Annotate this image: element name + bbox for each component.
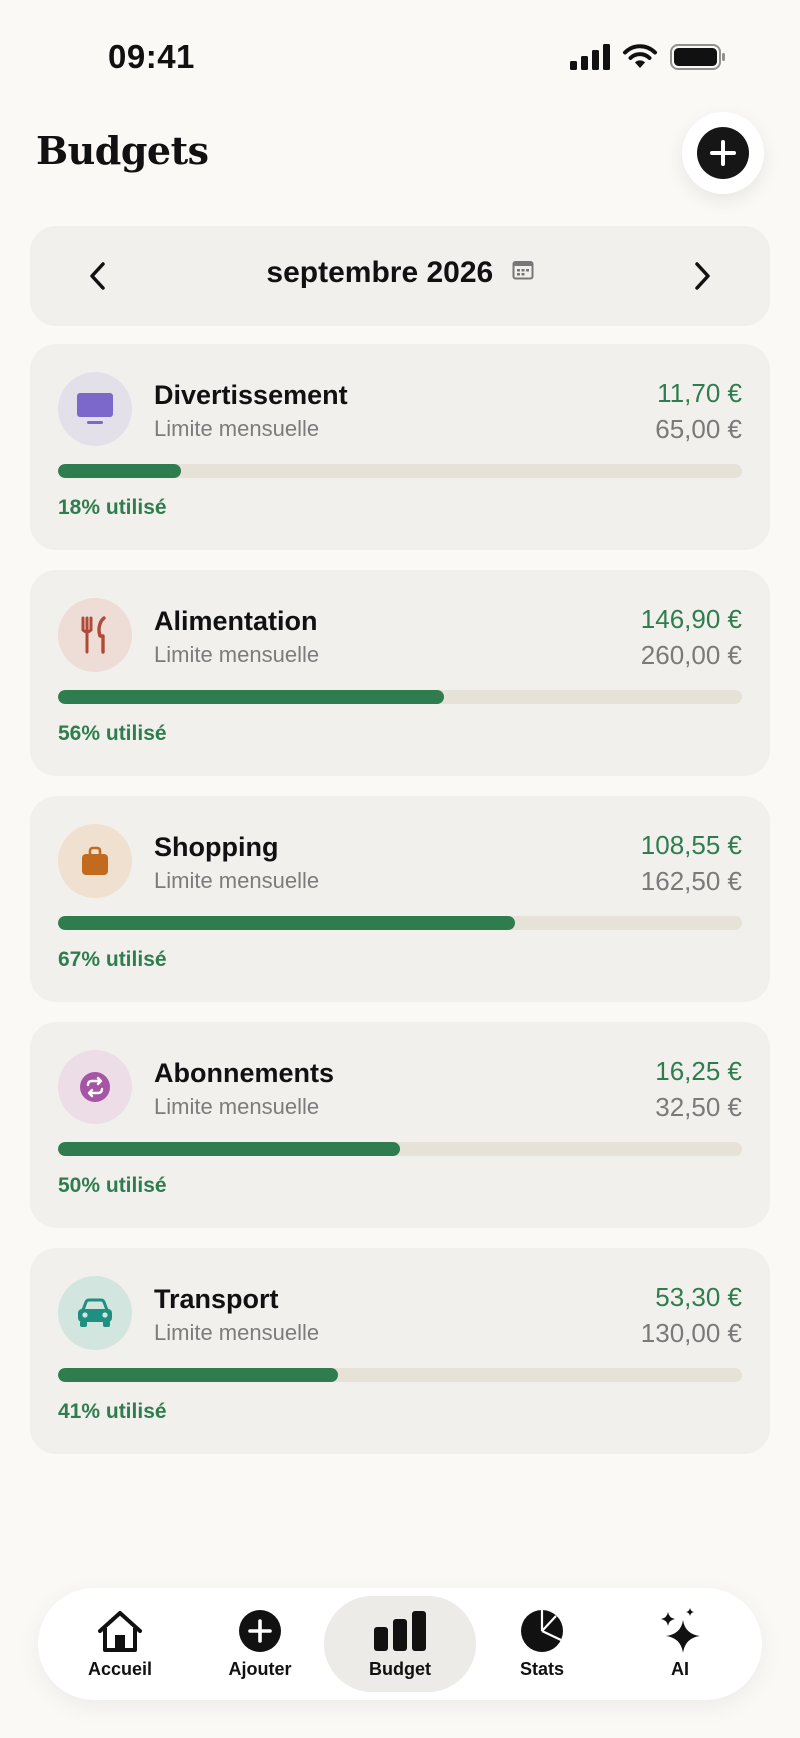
budget-progress-fill [58, 690, 445, 704]
budget-used-label: 67% utilisé [58, 948, 167, 971]
tab-stats[interactable]: Stats [472, 1596, 612, 1692]
status-bar: 09:41 [0, 0, 800, 118]
tab-label: AI [671, 1658, 689, 1679]
calendar-icon [512, 254, 534, 288]
tab-accueil[interactable]: Accueil [50, 1596, 190, 1692]
plus-icon [697, 127, 749, 179]
cellular-signal-icon [570, 44, 610, 75]
budget-progress-bar [58, 1368, 742, 1382]
tab-ajouter[interactable]: Ajouter [190, 1596, 330, 1692]
budget-name: Shopping [154, 832, 279, 862]
bar-chart-icon [373, 1609, 427, 1653]
add-budget-button[interactable] [682, 112, 764, 194]
battery-icon [670, 44, 726, 75]
category-icon [58, 372, 132, 446]
status-icons [570, 44, 726, 75]
pie-chart-icon [520, 1609, 564, 1653]
budget-spent: 53,30 € [655, 1282, 742, 1312]
home-icon [96, 1609, 144, 1653]
category-icon [58, 598, 132, 672]
budget-spent: 16,25 € [655, 1056, 742, 1086]
budget-used-label: 56% utilisé [58, 722, 167, 745]
tab-label: Ajouter [228, 1658, 292, 1679]
budget-name: Alimentation [154, 606, 318, 636]
budget-spent: 108,55 € [640, 830, 742, 860]
next-month-button[interactable] [678, 252, 726, 300]
car-icon [78, 1298, 112, 1327]
month-label[interactable]: septembre 2026 [30, 256, 770, 290]
tab-ai[interactable]: AI [610, 1596, 750, 1692]
budget-card-transport[interactable]: Transport Limite mensuelle 53,30 € 130,0… [30, 1248, 770, 1454]
budget-used-label: 18% utilisé [58, 496, 167, 519]
tab-label: Stats [519, 1658, 564, 1679]
budget-spent: 146,90 € [640, 604, 742, 634]
budget-used-label: 41% utilisé [58, 1400, 167, 1423]
month-navigator: septembre 2026 [30, 226, 770, 326]
budget-progress-bar [58, 916, 742, 930]
wifi-icon [622, 44, 658, 75]
budget-progress-fill [58, 1368, 339, 1382]
budget-subtitle: Limite mensuelle [154, 1320, 320, 1345]
page-title: Budgets [36, 128, 209, 173]
budget-limit: 32,50 € [655, 1092, 742, 1122]
budget-subtitle: Limite mensuelle [154, 416, 320, 441]
chevron-right-icon [695, 262, 710, 290]
budget-progress-fill [58, 1142, 400, 1156]
budget-subtitle: Limite mensuelle [154, 642, 320, 667]
budget-name: Transport [154, 1284, 279, 1314]
sparkles-icon [658, 1607, 702, 1653]
budget-card-shopping[interactable]: Shopping Limite mensuelle 108,55 € 162,5… [30, 796, 770, 1002]
budget-used-label: 50% utilisé [58, 1174, 167, 1197]
budget-progress-bar [58, 464, 742, 478]
budget-subtitle: Limite mensuelle [154, 1094, 320, 1119]
budget-card-abonnements[interactable]: Abonnements Limite mensuelle 16,25 € 32,… [30, 1022, 770, 1228]
budget-card-divertissement[interactable]: Divertissement Limite mensuelle 11,70 € … [30, 344, 770, 550]
budget-progress-fill [58, 916, 515, 930]
status-time: 09:41 [108, 38, 195, 75]
plus-circle-icon [238, 1609, 282, 1653]
repeat-icon [80, 1072, 110, 1102]
category-icon [58, 824, 132, 898]
budget-card-alimentation[interactable]: Alimentation Limite mensuelle 146,90 € 2… [30, 570, 770, 776]
budget-limit: 162,50 € [640, 866, 742, 896]
budget-name: Divertissement [154, 380, 348, 410]
budget-list: Divertissement Limite mensuelle 11,70 € … [30, 344, 770, 1474]
month-text: septembre 2026 [266, 256, 494, 289]
fork-knife-icon [81, 616, 106, 654]
tv-icon [77, 393, 113, 424]
budget-limit: 65,00 € [655, 414, 742, 444]
tab-budget[interactable]: Budget [324, 1596, 476, 1692]
tab-bar: Accueil Ajouter Budget Stats AI [38, 1588, 762, 1700]
budget-progress-fill [58, 464, 182, 478]
tab-label: Budget [369, 1658, 431, 1679]
budget-progress-bar [58, 690, 742, 704]
tab-label: Accueil [87, 1658, 153, 1679]
shopping-bag-icon [82, 846, 108, 875]
budget-spent: 11,70 € [657, 378, 742, 408]
category-icon [58, 1276, 132, 1350]
budget-limit: 260,00 € [640, 640, 742, 670]
budget-name: Abonnements [154, 1058, 335, 1088]
budget-limit: 130,00 € [640, 1318, 742, 1348]
budget-subtitle: Limite mensuelle [154, 868, 320, 893]
category-icon [58, 1050, 132, 1124]
budget-progress-bar [58, 1142, 742, 1156]
